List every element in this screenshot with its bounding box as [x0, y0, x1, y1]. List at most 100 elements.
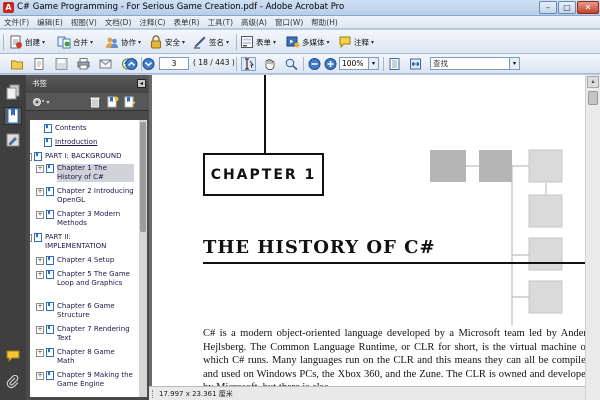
- combine-label: 合并: [73, 37, 88, 47]
- tasks-toolbar: 创建 ▾ 合并 ▾ 协作 ▾ 安全 ▾ 签名 ▾ 表单 ▾ 多媒体 ▾ 注释 ▾: [0, 30, 600, 54]
- combine-button[interactable]: 合并 ▾: [57, 34, 93, 50]
- delete-bookmark-button[interactable]: [87, 95, 102, 109]
- bookmark-chapter-1[interactable]: + Chapter 1 The History of C#: [36, 164, 134, 182]
- attachments-panel-button[interactable]: [4, 373, 22, 391]
- options-dropdown-arrow[interactable]: ▾: [44, 95, 52, 109]
- expand-toggle[interactable]: +: [36, 188, 44, 196]
- zoom-out-button[interactable]: [307, 57, 322, 71]
- select-tool-button[interactable]: [241, 57, 256, 71]
- collaborate-label: 协作: [121, 37, 136, 47]
- comment-button[interactable]: 注释 ▾: [338, 34, 374, 50]
- scroll-up-arrow-icon[interactable]: ▴: [587, 76, 599, 88]
- arrow-down-icon: [142, 58, 155, 70]
- page-number-input[interactable]: 3: [159, 57, 189, 70]
- open-button[interactable]: [10, 57, 25, 71]
- minimize-button[interactable]: –: [539, 1, 557, 14]
- multimedia-icon: [286, 36, 300, 48]
- menu-advanced[interactable]: 高级(A): [237, 16, 271, 29]
- sign-button[interactable]: 签名 ▾: [193, 34, 229, 50]
- document-scrollbar[interactable]: ▴: [585, 75, 600, 400]
- bookmark-chapter-8[interactable]: + Chapter 8 Game Math: [36, 348, 134, 366]
- bookmarks-scrollbar[interactable]: [139, 120, 147, 397]
- forms-label: 表单: [256, 37, 271, 47]
- menu-forms[interactable]: 表单(R): [169, 16, 203, 29]
- new-bookmark-icon: [107, 96, 118, 108]
- comment-label: 注释: [354, 37, 369, 47]
- expand-toggle[interactable]: +: [36, 257, 44, 265]
- email-button[interactable]: [98, 57, 113, 71]
- fit-width-button[interactable]: [408, 57, 423, 71]
- menu-comment[interactable]: 注释(C): [135, 16, 169, 29]
- expand-toggle[interactable]: +: [36, 165, 44, 173]
- menu-tools[interactable]: 工具(T): [204, 16, 237, 29]
- expand-toggle[interactable]: +: [36, 271, 44, 279]
- expand-toggle[interactable]: +: [36, 372, 44, 380]
- chevron-down-icon: ▾: [90, 38, 94, 46]
- save-button[interactable]: [54, 57, 69, 71]
- create-pdf-button[interactable]: [32, 57, 47, 71]
- bookmarks-panel-button[interactable]: [4, 107, 22, 125]
- bookmark-part-2[interactable]: − PART II: IMPLEMENTATION: [30, 233, 124, 251]
- bookmark-chapter-6[interactable]: + Chapter 6 Game Structure: [36, 302, 134, 320]
- maximize-button[interactable]: □: [558, 1, 576, 14]
- expand-bookmark-button[interactable]: [122, 95, 137, 109]
- find-dropdown[interactable]: ▾: [510, 57, 520, 70]
- menu-window[interactable]: 窗口(W): [271, 16, 307, 29]
- bookmark-part-1[interactable]: − PART I: BACKGROUND: [30, 152, 139, 161]
- find-input[interactable]: 查找: [430, 57, 510, 70]
- zoom-dropdown[interactable]: ▾: [369, 57, 379, 70]
- next-page-button[interactable]: [141, 57, 156, 71]
- collaborate-button[interactable]: 协作 ▾: [105, 34, 141, 50]
- diagram-box-light-2: [528, 194, 563, 228]
- bookmark-contents[interactable]: Contents: [34, 124, 87, 133]
- diagram-box-dark-1: [430, 150, 466, 182]
- bookmark-chapter-4[interactable]: + Chapter 4 Setup: [36, 256, 134, 265]
- bookmark-chapter-5[interactable]: + Chapter 5 The Game Loop and Graphics: [36, 270, 134, 288]
- collapse-toggle[interactable]: −: [30, 153, 32, 161]
- collapse-toggle[interactable]: −: [30, 234, 32, 242]
- marquee-zoom-button[interactable]: [284, 57, 299, 71]
- forms-button[interactable]: 表单 ▾: [240, 34, 276, 50]
- menu-file[interactable]: 文件(F): [0, 16, 33, 29]
- menu-view[interactable]: 视图(V): [67, 16, 101, 29]
- bookmarks-panel: 书签 ◂ ▾ Contents Introduction − PART I: B…: [26, 75, 149, 400]
- bookmark-introduction[interactable]: Introduction: [34, 138, 97, 147]
- signatures-panel-button[interactable]: [4, 131, 22, 149]
- create-button[interactable]: 创建 ▾: [9, 34, 45, 50]
- hand-tool-button[interactable]: [262, 57, 277, 71]
- scrollbar-thumb[interactable]: [140, 122, 146, 232]
- new-bookmark-button[interactable]: [105, 95, 120, 109]
- chevron-down-icon: ▾: [371, 38, 375, 46]
- fit-width-icon: [410, 58, 421, 70]
- expand-toggle[interactable]: +: [36, 326, 44, 334]
- window-title: C# Game Programming - For Serious Game C…: [17, 2, 345, 12]
- expand-toggle[interactable]: +: [36, 349, 44, 357]
- fit-page-button[interactable]: [387, 57, 402, 71]
- multimedia-button[interactable]: 多媒体 ▾: [286, 34, 330, 50]
- zoom-level-input[interactable]: 100%: [339, 57, 369, 70]
- menu-edit[interactable]: 编辑(E): [33, 16, 67, 29]
- bookmark-chapter-3[interactable]: + Chapter 3 Modern Methods: [36, 210, 134, 228]
- comments-panel-button[interactable]: [4, 347, 22, 365]
- bookmark-chapter-9[interactable]: + Chapter 9 Making the Game Engine: [36, 371, 134, 389]
- bookmark-chapter-7[interactable]: + Chapter 7 Rendering Text: [36, 325, 134, 343]
- bookmark-options-button[interactable]: [30, 95, 45, 109]
- menu-help[interactable]: 帮助(H): [307, 16, 342, 29]
- expand-toggle[interactable]: +: [36, 303, 44, 311]
- bookmark-tree: Contents Introduction − PART I: BACKGROU…: [30, 120, 139, 397]
- panel-collapse-button[interactable]: ◂: [137, 79, 146, 88]
- pages-panel-button[interactable]: [4, 83, 22, 101]
- bookmark-label: Chapter 7 Rendering Text: [57, 325, 130, 342]
- collaborate-icon: [106, 37, 118, 48]
- expand-toggle[interactable]: +: [36, 211, 44, 219]
- menu-document[interactable]: 文档(D): [101, 16, 136, 29]
- previous-page-button[interactable]: [124, 57, 139, 71]
- close-button[interactable]: ✕: [577, 1, 599, 14]
- scrollbar-thumb[interactable]: [588, 91, 598, 105]
- document-view[interactable]: CHAPTER 1 THE HISTORY OF C# C# is a mode…: [152, 75, 600, 400]
- secure-button[interactable]: 安全 ▾: [149, 34, 185, 50]
- zoom-in-button[interactable]: [323, 57, 338, 71]
- print-button[interactable]: [76, 57, 91, 71]
- chapter-connector-line: [264, 75, 266, 153]
- bookmark-chapter-2[interactable]: + Chapter 2 Introducing OpenGL: [36, 187, 134, 205]
